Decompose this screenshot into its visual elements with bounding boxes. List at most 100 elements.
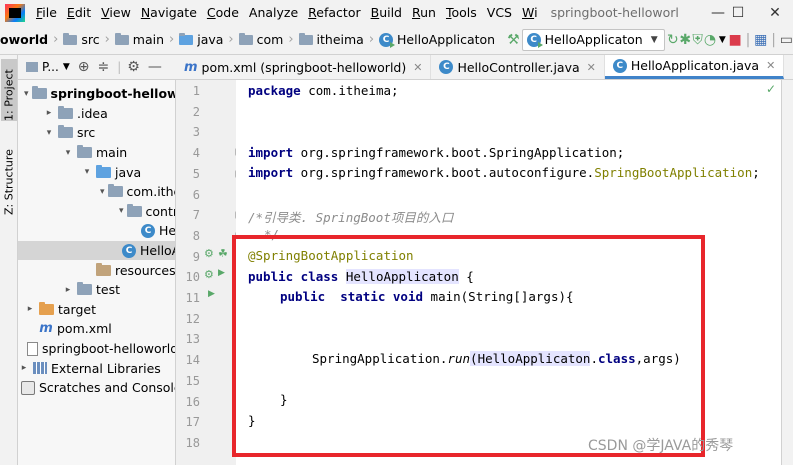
breadcrumb-java[interactable]: java	[197, 32, 223, 47]
rerun-icon[interactable]: ↻	[667, 29, 679, 51]
code-text: org.springframework.boot.SpringApplicati…	[293, 145, 625, 160]
tab-structure[interactable]: Z: Structure	[1, 135, 17, 215]
folder-icon	[77, 282, 92, 296]
tree-item[interactable]: ▸ External Libraries	[18, 358, 175, 378]
tree-item[interactable]: ▾ controller	[18, 202, 175, 222]
menu-item[interactable]: Analyze	[244, 5, 303, 20]
breadcrumb-class[interactable]: HelloApplicaton	[397, 32, 495, 47]
separator-icon: |	[745, 31, 751, 48]
tree-item[interactable]: ▾ com.itheima	[18, 182, 175, 202]
menu-item[interactable]: VCS	[482, 5, 517, 20]
hide-panel-icon[interactable]: —	[148, 59, 162, 75]
menu-item[interactable]: Edit	[62, 5, 96, 20]
project-panel-header: P... ▼ ⊕ ≑ | ⚙ —	[18, 55, 176, 80]
run-play-icon[interactable]: ▶	[218, 268, 225, 278]
tree-item[interactable]: resources	[18, 260, 175, 280]
no-problems-check-icon[interactable]: ✓	[766, 82, 776, 96]
run-config-label: HelloApplicaton	[544, 32, 643, 47]
breadcrumb-project[interactable]: oworld	[0, 32, 48, 47]
tree-item[interactable]: Scratches and Consoles	[18, 378, 175, 398]
menu-item[interactable]: Refactor	[303, 5, 365, 20]
menu-label: avigate	[150, 5, 197, 20]
close-button[interactable]: ✕	[757, 0, 793, 25]
line-number: 11	[185, 291, 200, 305]
run-gutter-icon[interactable]: ⚙	[204, 268, 214, 281]
tree-item[interactable]: C HelloController	[18, 221, 176, 241]
code-text: ;	[752, 165, 760, 180]
menu-item[interactable]: Code	[202, 5, 244, 20]
navigation-bar: oworld › src › main › java › com › ithei…	[0, 25, 793, 55]
chevron-down-icon[interactable]: ▾	[24, 89, 29, 99]
tab-project[interactable]: 1: Project	[1, 59, 17, 121]
menu-item[interactable]: View	[96, 5, 136, 20]
breadcrumb-com[interactable]: com	[257, 32, 284, 47]
editor-tab[interactable]: C HelloApplicaton.java ✕	[604, 55, 785, 79]
class-icon: C	[122, 243, 136, 258]
chevron-right-icon[interactable]: ▸	[24, 304, 36, 314]
breadcrumb-src[interactable]: src	[81, 32, 99, 47]
chevron-down-icon[interactable]: ▾	[62, 148, 74, 158]
tree-item[interactable]: ▾ java	[18, 162, 175, 182]
debug-bug-icon[interactable]: ✱	[679, 29, 691, 51]
stop-icon[interactable]: ■	[729, 29, 742, 51]
chevron-down-icon[interactable]: ▾	[119, 206, 124, 216]
collapse-all-icon[interactable]: ≑	[97, 59, 109, 75]
tree-item[interactable]: springboot-helloworld.iml	[18, 339, 175, 359]
tree-item[interactable]: C HelloApplicaton	[18, 240, 175, 261]
locate-crosshair-icon[interactable]: ⊕	[78, 59, 90, 75]
menu-mnemonic: B	[370, 5, 380, 20]
menu-item[interactable]: Build	[366, 5, 407, 20]
tree-item[interactable]: ▸ .idea	[18, 104, 175, 124]
run-gutter-icon[interactable]: ⚙	[204, 247, 214, 260]
chevron-right-icon[interactable]: ▸	[62, 285, 74, 295]
project-panel-title[interactable]: P...	[42, 60, 59, 74]
menu-label: uild	[379, 5, 402, 20]
run-play-icon[interactable]: ▶	[208, 289, 215, 299]
editor-tab-label: HelloApplicaton.java	[630, 58, 760, 73]
tree-item-label: main	[96, 145, 128, 161]
maximize-button[interactable]: ☐	[720, 0, 756, 25]
run-config-selector[interactable]: C HelloApplicaton ▼	[521, 28, 665, 51]
tree-item[interactable]: ▾ src	[18, 123, 175, 143]
close-tab-icon[interactable]: ✕	[766, 59, 775, 72]
chevron-down-icon[interactable]: ▼	[716, 29, 728, 51]
coverage-icon[interactable]: ⛨	[691, 29, 703, 51]
editor-tab[interactable]: m pom.xml (springboot-helloworld) ✕	[176, 55, 432, 79]
highlight-box	[232, 235, 705, 457]
folder-icon	[114, 32, 129, 45]
breadcrumb-main[interactable]: main	[133, 32, 164, 47]
chevron-down-icon[interactable]: ▼	[63, 62, 70, 72]
package-icon	[238, 32, 253, 45]
tree-item-label: HelloController	[159, 223, 176, 239]
chevron-down-icon[interactable]: ▾	[81, 167, 93, 177]
build-hammer-icon[interactable]: ⚒	[507, 29, 520, 51]
tree-item[interactable]: ▸ test	[18, 280, 175, 300]
tree-item[interactable]: ▾ springboot-helloworld	[18, 84, 175, 104]
editor-tab[interactable]: C HelloController.java ✕	[431, 55, 605, 79]
breadcrumb-itheima[interactable]: itheima	[317, 32, 364, 47]
menu-item[interactable]: Tools	[441, 5, 482, 20]
menu-item[interactable]: File	[31, 5, 62, 20]
chevron-right-icon[interactable]: ▸	[43, 108, 55, 118]
menu-label: Analyze	[248, 5, 299, 20]
profile-icon[interactable]: ◔	[704, 29, 716, 51]
menu-item[interactable]: Wi	[517, 5, 543, 20]
maven-icon: m	[39, 321, 53, 337]
chevron-down-icon[interactable]: ▾	[43, 128, 55, 138]
folder-icon	[107, 184, 123, 198]
chevron-down-icon[interactable]: ▾	[100, 187, 105, 197]
close-tab-icon[interactable]: ✕	[413, 61, 422, 74]
project-structure-icon[interactable]: ▦	[754, 29, 767, 51]
project-view-icon	[26, 62, 38, 72]
tree-item[interactable]: ▾ main	[18, 143, 175, 163]
bean-gutter-icon[interactable]: ☘	[218, 247, 228, 260]
tree-item[interactable]: m pom.xml	[18, 319, 175, 339]
tree-item[interactable]: ▸ target	[18, 300, 175, 320]
gear-icon[interactable]: ⚙	[127, 59, 140, 75]
class-icon: C	[379, 32, 396, 48]
close-tab-icon[interactable]: ✕	[587, 61, 596, 74]
menu-item[interactable]: Run	[407, 5, 441, 20]
menu-item[interactable]: Navigate	[136, 5, 202, 20]
chevron-right-icon[interactable]: ▸	[18, 363, 30, 373]
terminal-icon[interactable]: ▭	[780, 29, 793, 51]
